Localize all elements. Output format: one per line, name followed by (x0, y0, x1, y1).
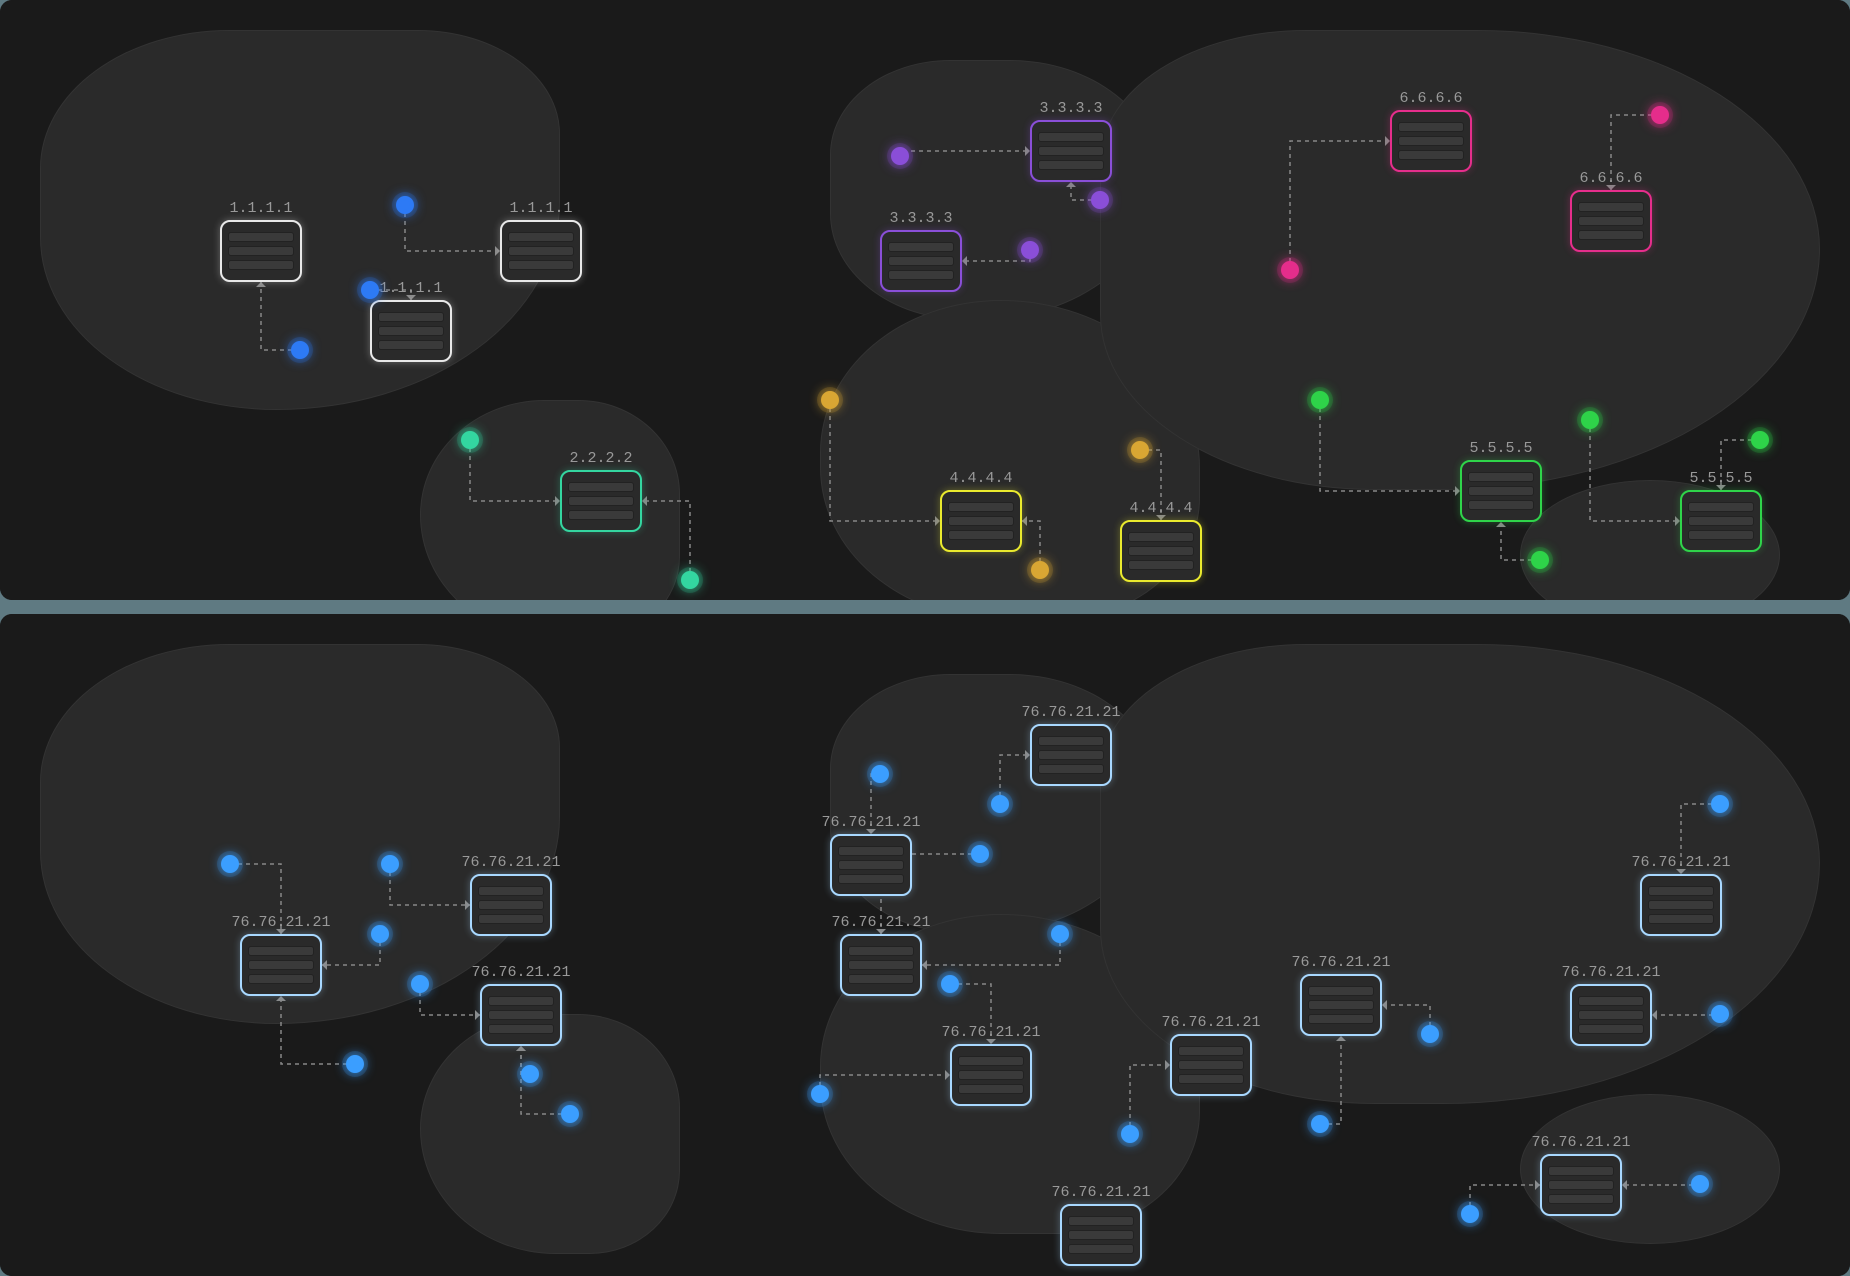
server-icon: 1.1.1.1 (500, 220, 582, 282)
server-icon: 2.2.2.2 (560, 470, 642, 532)
server-ip-label: 1.1.1.1 (509, 200, 572, 217)
server-ip-label: 5.5.5.5 (1689, 470, 1752, 487)
server-icon: 76.76.21.21 (1170, 1034, 1252, 1096)
user-location-dot (396, 196, 414, 214)
server-icon: 76.76.21.21 (1030, 724, 1112, 786)
user-location-dot (461, 431, 479, 449)
server-ip-label: 76.76.21.21 (231, 914, 330, 931)
server-icon: 76.76.21.21 (1640, 874, 1722, 936)
server-icon: 3.3.3.3 (880, 230, 962, 292)
server-icon: 6.6.6.6 (1570, 190, 1652, 252)
server-icon: 4.4.4.4 (1120, 520, 1202, 582)
server-ip-label: 4.4.4.4 (949, 470, 1012, 487)
server-ip-label: 76.76.21.21 (471, 964, 570, 981)
user-location-dot (1711, 1005, 1729, 1023)
server-ip-label: 3.3.3.3 (1039, 100, 1102, 117)
server-icon: 76.76.21.21 (840, 934, 922, 996)
user-location-dot (371, 925, 389, 943)
server-ip-label: 76.76.21.21 (1631, 854, 1730, 871)
user-location-dot (1131, 441, 1149, 459)
server-ip-label: 76.76.21.21 (1291, 954, 1390, 971)
user-location-dot (1531, 551, 1549, 569)
server-ip-label: 76.76.21.21 (1161, 1014, 1260, 1031)
user-location-dot (941, 975, 959, 993)
user-location-dot (561, 1105, 579, 1123)
server-ip-label: 76.76.21.21 (1051, 1184, 1150, 1201)
server-icon: 1.1.1.1 (370, 300, 452, 362)
user-location-dot (1691, 1175, 1709, 1193)
server-icon: 76.76.21.21 (830, 834, 912, 896)
user-location-dot (1581, 411, 1599, 429)
server-icon: 76.76.21.21 (240, 934, 322, 996)
user-location-dot (291, 341, 309, 359)
user-location-dot (346, 1055, 364, 1073)
server-icon: 76.76.21.21 (1060, 1204, 1142, 1266)
user-location-dot (891, 147, 909, 165)
server-icon: 1.1.1.1 (220, 220, 302, 282)
user-location-dot (1031, 561, 1049, 579)
user-location-dot (1091, 191, 1109, 209)
user-location-dot (811, 1085, 829, 1103)
server-ip-label: 76.76.21.21 (941, 1024, 1040, 1041)
server-ip-label: 76.76.21.21 (821, 814, 920, 831)
user-location-dot (381, 855, 399, 873)
server-icon: 76.76.21.21 (470, 874, 552, 936)
user-location-dot (1121, 1125, 1139, 1143)
server-icon: 3.3.3.3 (1030, 120, 1112, 182)
server-icon: 4.4.4.4 (940, 490, 1022, 552)
server-icon: 5.5.5.5 (1680, 490, 1762, 552)
server-ip-label: 76.76.21.21 (1531, 1134, 1630, 1151)
user-location-dot (1421, 1025, 1439, 1043)
user-location-dot (871, 765, 889, 783)
user-location-dot (1021, 241, 1039, 259)
server-ip-label: 1.1.1.1 (379, 280, 442, 297)
server-icon: 76.76.21.21 (1570, 984, 1652, 1046)
user-location-dot (681, 571, 699, 589)
server-ip-label: 6.6.6.6 (1399, 90, 1462, 107)
user-location-dot (1711, 795, 1729, 813)
server-icon: 5.5.5.5 (1460, 460, 1542, 522)
server-ip-label: 4.4.4.4 (1129, 500, 1192, 517)
server-icon: 6.6.6.6 (1390, 110, 1472, 172)
server-icon: 76.76.21.21 (480, 984, 562, 1046)
server-ip-label: 3.3.3.3 (889, 210, 952, 227)
server-ip-label: 76.76.21.21 (1561, 964, 1660, 981)
user-location-dot (1311, 391, 1329, 409)
user-location-dot (521, 1065, 539, 1083)
server-ip-label: 6.6.6.6 (1579, 170, 1642, 187)
user-location-dot (971, 845, 989, 863)
server-ip-label: 5.5.5.5 (1469, 440, 1532, 457)
user-location-dot (1311, 1115, 1329, 1133)
server-ip-label: 76.76.21.21 (461, 854, 560, 871)
traditional-dns-map: 1.1.1.1 1.1.1.1 1.1.1.1 2.2.2.2 3.3.3.3 3.3.3… (0, 0, 1850, 600)
server-ip-label: 76.76.21.21 (1021, 704, 1120, 721)
user-location-dot (991, 795, 1009, 813)
server-icon: 76.76.21.21 (1540, 1154, 1622, 1216)
user-location-dot (1461, 1205, 1479, 1223)
server-icon: 76.76.21.21 (1300, 974, 1382, 1036)
server-ip-label: 2.2.2.2 (569, 450, 632, 467)
anycast-dns-map: 76.76.21.21 76.76.21.21 76.76.21.21 76.76.2… (0, 614, 1850, 1276)
user-location-dot (1751, 431, 1769, 449)
user-location-dot (1051, 925, 1069, 943)
user-location-dot (1651, 106, 1669, 124)
user-location-dot (411, 975, 429, 993)
user-location-dot (1281, 261, 1299, 279)
user-location-dot (821, 391, 839, 409)
user-location-dot (221, 855, 239, 873)
server-icon: 76.76.21.21 (950, 1044, 1032, 1106)
server-ip-label: 76.76.21.21 (831, 914, 930, 931)
user-location-dot (361, 281, 379, 299)
server-ip-label: 1.1.1.1 (229, 200, 292, 217)
world-map (0, 0, 1850, 600)
